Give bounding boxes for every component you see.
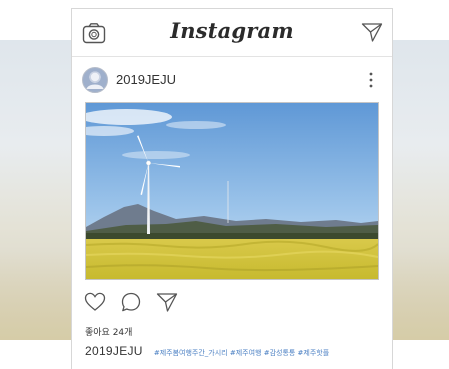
instagram-post-card: Instagram 2019JEJU 좋아요 24개 2019JEJU #제주봄… — [71, 8, 393, 369]
post-photo[interactable] — [85, 102, 379, 280]
comment-icon[interactable] — [120, 291, 142, 313]
brand-logo: Instagram — [170, 18, 294, 43]
top-bar: Instagram — [72, 9, 392, 57]
post-actions — [82, 291, 382, 315]
likes-count[interactable]: 좋아요 24개 — [85, 325, 132, 338]
caption-hashtags[interactable]: #제주봄여행주간_가시리 #제주여행 #감성통통 #제주핫플 — [154, 349, 329, 357]
send-icon[interactable] — [361, 21, 383, 43]
send-icon[interactable] — [156, 291, 178, 313]
heart-icon[interactable] — [84, 291, 106, 313]
post-header: 2019JEJU — [72, 65, 392, 99]
post-caption: 2019JEJU #제주봄여행주간_가시리 #제주여행 #감성통통 #제주핫플 — [85, 340, 395, 359]
caption-username[interactable]: 2019JEJU — [85, 344, 143, 358]
user-avatar[interactable] — [82, 67, 108, 93]
more-vertical-icon[interactable] — [368, 70, 374, 90]
post-username[interactable]: 2019JEJU — [116, 72, 176, 87]
